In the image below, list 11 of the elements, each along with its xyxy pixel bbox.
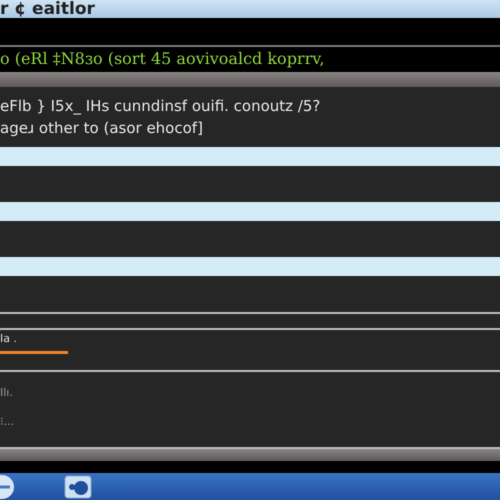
message-text: ageɹ other to (asor ehocof] <box>0 118 203 139</box>
window-title: r ¢ eaitlor <box>0 0 95 18</box>
highlighted-row[interactable] <box>0 147 500 166</box>
note-text: ⁝... <box>0 415 14 428</box>
highlighted-row[interactable] <box>0 202 500 221</box>
app-icon[interactable] <box>64 475 92 499</box>
progress-label: Ia . <box>0 332 17 345</box>
highlighted-row[interactable] <box>0 257 500 276</box>
message-text: eFlb } I5x_ IHs cunndinsf ouifi. conoutz /5? <box>0 96 320 117</box>
command-text: o (eRl ‡N8ɜo (sort 45 aovivoalcd koprrv, <box>0 49 324 68</box>
note-text: Ilı. <box>0 386 13 399</box>
